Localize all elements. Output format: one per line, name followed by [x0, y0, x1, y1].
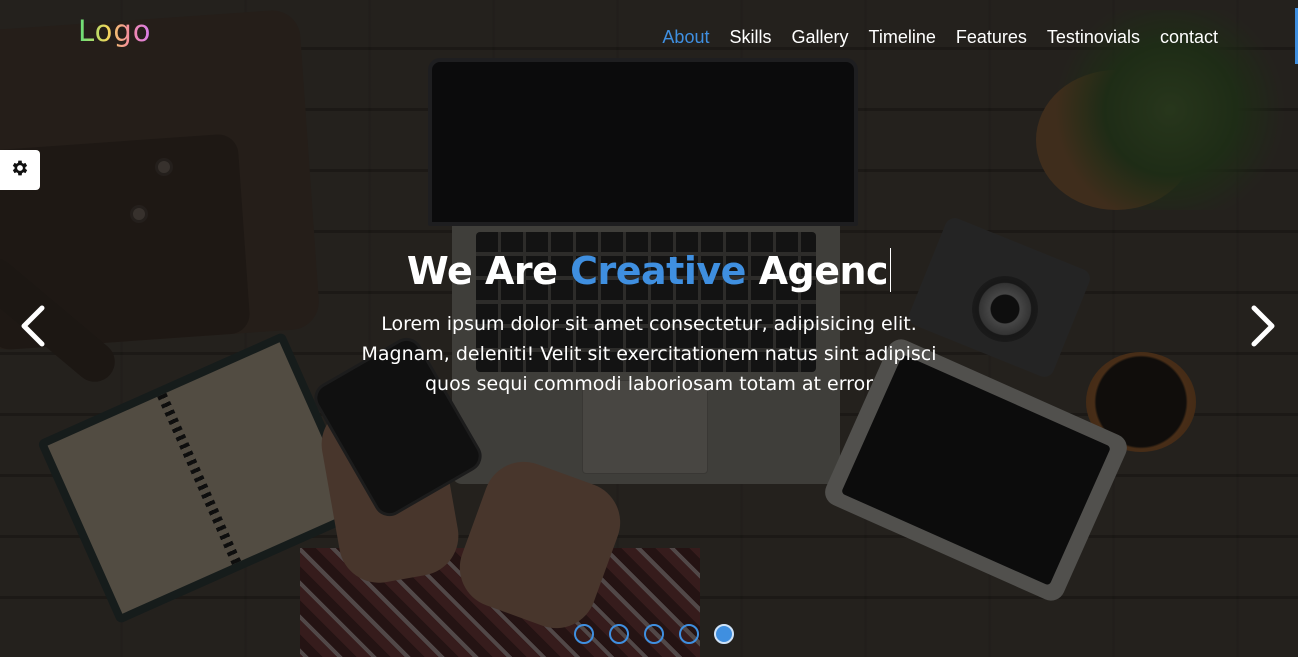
nav-skills[interactable]: Skills [729, 27, 771, 48]
hero-title-highlight: Creative [570, 249, 746, 293]
hero-text-line: quos sequi commodi laboriosam totam at e… [424, 373, 874, 395]
nav-features[interactable]: Features [956, 27, 1027, 48]
gear-icon [10, 158, 30, 182]
chevron-right-icon [1248, 304, 1278, 352]
hero-description: Lorem ipsum dolor sit amet consectetur, … [319, 309, 979, 399]
nav-gallery[interactable]: Gallery [791, 27, 848, 48]
carousel-indicators [574, 624, 734, 644]
carousel-dot-3[interactable] [644, 624, 664, 644]
carousel-dot-2[interactable] [609, 624, 629, 644]
main-nav: About Skills Gallery Timeline Features T… [662, 27, 1218, 48]
nav-about[interactable]: About [662, 27, 709, 48]
logo[interactable]: Logo [78, 14, 152, 48]
chevron-left-icon [18, 304, 48, 352]
hero-title: We Are Creative Agenc [0, 248, 1298, 293]
hero-text-line: Lorem ipsum dolor sit amet consectetur, … [381, 313, 917, 335]
hero-title-suffix: Agenc [758, 249, 889, 293]
carousel-dot-1[interactable] [574, 624, 594, 644]
carousel-dot-5[interactable] [714, 624, 734, 644]
carousel-prev-button[interactable] [8, 300, 58, 356]
nav-timeline[interactable]: Timeline [869, 27, 936, 48]
hero-title-prefix: We Are [406, 249, 558, 293]
nav-contact[interactable]: contact [1160, 27, 1218, 48]
carousel-dot-4[interactable] [679, 624, 699, 644]
nav-testimonials[interactable]: Testinovials [1047, 27, 1140, 48]
hero-text-line: Magnam, deleniti! Velit sit exercitation… [361, 343, 937, 365]
carousel-next-button[interactable] [1238, 300, 1288, 356]
settings-button[interactable] [0, 150, 40, 190]
typing-caret [890, 248, 892, 292]
